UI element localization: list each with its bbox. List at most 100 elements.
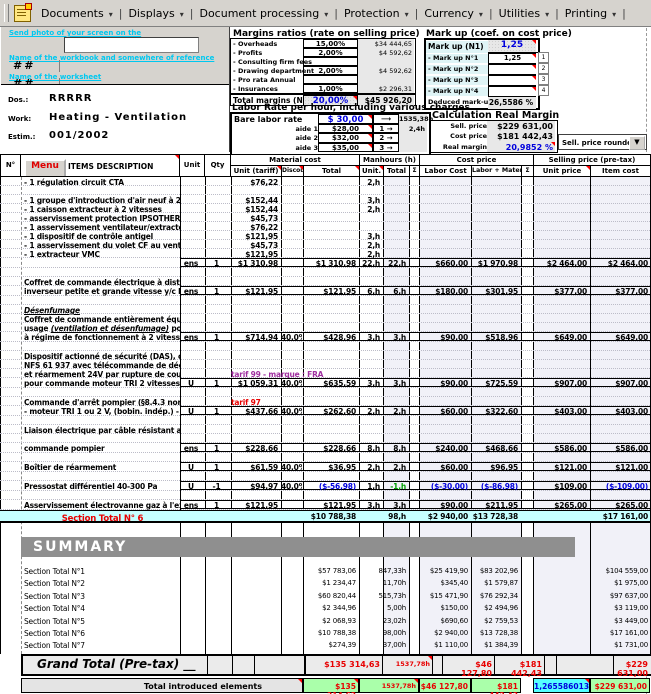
summary-icost[interactable]: $97 637,00 (590, 592, 648, 600)
cell-labor-material[interactable]: $725,59 (471, 379, 520, 388)
summary-labor[interactable]: $2 940,00 (419, 629, 468, 637)
summary-row-label[interactable]: Section Total N°6 (24, 629, 174, 638)
cell-unit[interactable]: ens (180, 287, 204, 296)
cell-qty[interactable]: 1 (205, 407, 230, 416)
cell-labor-material[interactable]: $322,60 (471, 407, 520, 416)
summary-mh[interactable]: 37,00h (359, 641, 406, 649)
summary-mh[interactable]: 5,00h (359, 604, 406, 612)
cell-labor-cost[interactable]: $2 940,00 (419, 512, 470, 521)
cell-unit-price[interactable]: $377,00 (533, 287, 589, 296)
markup-row-value[interactable] (488, 86, 536, 97)
margins-row-pct[interactable] (303, 75, 358, 84)
cell-material-total[interactable]: $228,66 (303, 444, 358, 453)
cell-unit[interactable]: U (180, 379, 204, 388)
summary-labmat[interactable]: $76 292,34 (471, 592, 518, 600)
cell-manhours-total[interactable]: 6,h (383, 287, 408, 296)
cell-manhours-total[interactable]: 3,h (383, 333, 408, 342)
cell-tariff[interactable]: $94,97 (231, 482, 280, 491)
cell-qty[interactable]: 1 (205, 287, 230, 296)
cell-unit[interactable]: ens (180, 501, 204, 510)
summary-labor[interactable]: $345,40 (419, 579, 468, 587)
estim-value[interactable]: 001/2002 (49, 130, 109, 141)
summary-icost[interactable]: $104 559,00 (590, 567, 648, 575)
margins-row-pct[interactable]: 15,00% (303, 39, 358, 48)
cell-item-cost[interactable]: ($-109,00) (590, 482, 650, 491)
cell-discount[interactable]: 40,0% (281, 407, 302, 416)
item-description[interactable]: Boîtier de réarmement (21, 463, 181, 472)
summary-mtot[interactable]: $274,39 (303, 641, 356, 649)
cell-item-cost[interactable]: $649,00 (590, 333, 650, 342)
cell-item-cost[interactable]: $121,00 (590, 463, 650, 472)
cell-item-cost[interactable]: $377,00 (590, 287, 650, 296)
cell-tariff[interactable]: $121,95 (231, 501, 280, 510)
cell-material-total[interactable]: $428,96 (303, 333, 358, 342)
cell-manhours-total[interactable]: 3,h (383, 379, 408, 388)
summary-labor[interactable]: $690,60 (419, 617, 468, 625)
toolbar-grip[interactable] (4, 4, 9, 22)
summary-row-label[interactable]: Section Total N°2 (24, 579, 174, 588)
cell-qty[interactable]: 1 (205, 259, 230, 268)
cell-labor-material[interactable]: $468,66 (471, 444, 520, 453)
cell-item-cost[interactable]: $265,00 (590, 501, 650, 510)
summary-labmat[interactable]: $2 494,96 (471, 604, 518, 612)
summary-labor[interactable]: $150,00 (419, 604, 468, 612)
cell-unit[interactable]: ens (180, 444, 204, 453)
cell-manhours-unit[interactable]: 6,h (359, 287, 382, 296)
cell-tariff[interactable]: $121,95 (231, 287, 280, 296)
cell-manhours-total[interactable]: 8,h (383, 444, 408, 453)
summary-icost[interactable]: $1 731,00 (590, 641, 648, 649)
cell-unit-price[interactable]: $265,00 (533, 501, 589, 510)
summary-icost[interactable]: $3 119,00 (590, 604, 648, 612)
summary-labor[interactable]: $1 110,00 (419, 641, 468, 649)
item-description[interactable]: pour commande moteur TRI 2 vitesses (Dah… (21, 379, 181, 388)
summary-mh[interactable]: 23,02h (359, 617, 406, 625)
cell-manhours-total[interactable]: -1,h (383, 482, 408, 491)
cell-manhours-unit[interactable]: 22,h (359, 259, 382, 268)
cell-labor-cost[interactable]: $60,00 (419, 407, 470, 416)
item-description[interactable]: Section Total N° 6 (21, 514, 181, 524)
summary-mtot[interactable]: $57 783,06 (303, 567, 356, 575)
cell-material-total[interactable]: $635,59 (303, 379, 358, 388)
cell-qty[interactable]: 1 (205, 333, 230, 342)
cell-labor-cost[interactable]: $660,00 (419, 259, 470, 268)
markup-row-value[interactable] (488, 64, 536, 75)
summary-labor[interactable]: $15 471,90 (419, 592, 468, 600)
summary-labmat[interactable]: $2 759,53 (471, 617, 518, 625)
cell-qty[interactable]: 1 (205, 501, 230, 510)
cell-unit[interactable]: ens (180, 259, 204, 268)
summary-labmat[interactable]: $83 202,96 (471, 567, 518, 575)
margins-row-pct[interactable]: 1,00% (303, 84, 358, 93)
item-description[interactable]: à régime de fonctionnement à 2 vitesses … (21, 333, 181, 342)
labor-row-rate[interactable]: $ 30,00 (318, 114, 373, 124)
cell-tariff[interactable]: $228,66 (231, 444, 280, 453)
summary-row-label[interactable]: Section Total N°7 (24, 641, 174, 650)
cell-tariff[interactable]: $1 059,31 (231, 379, 280, 388)
cell-labor-material[interactable]: $1 970,98 (471, 259, 520, 268)
summary-mh[interactable]: 847,33h (359, 567, 406, 575)
cell-unit-price[interactable]: $109,00 (533, 482, 589, 491)
cell-discount[interactable]: 40,0% (281, 463, 302, 472)
cell-qty[interactable]: 1 (205, 444, 230, 453)
summary-labmat[interactable]: $1 384,39 (471, 641, 518, 649)
menu-item-protection[interactable]: Protection▾ (340, 5, 413, 22)
cell-manhours-unit[interactable]: 3,h (359, 333, 382, 342)
summary-mtot[interactable]: $60 820,44 (303, 592, 356, 600)
cell-material-total[interactable]: $262,60 (303, 407, 358, 416)
cell-qty[interactable]: -1 (205, 482, 230, 491)
dropdown-arrow-icon[interactable]: ▼ (629, 136, 645, 150)
cell-discount[interactable]: 40,0% (281, 482, 302, 491)
menu-item-currency[interactable]: Currency▾ (420, 5, 487, 22)
cell-material-total[interactable]: $1 310,98 (303, 259, 358, 268)
cell-manhours-unit[interactable]: 3,h (359, 501, 382, 510)
cell-material-total[interactable]: ($-56,98) (303, 482, 358, 491)
cell-manhours-unit[interactable]: 8,h (359, 444, 382, 453)
cell-manhours-total[interactable]: 22,h (383, 259, 408, 268)
cell-item-cost[interactable]: $2 464,00 (590, 259, 650, 268)
cell-labor-material[interactable]: $518,96 (471, 333, 520, 342)
cell-manhours-total[interactable]: 2,h (383, 407, 408, 416)
cell-unit[interactable]: U (180, 407, 204, 416)
menu-item-printing[interactable]: Printing▾ (561, 5, 620, 22)
rounding-select[interactable]: Sell. price rounded ▼ (558, 134, 647, 150)
cell-labor-cost[interactable]: ($-30,00) (419, 482, 470, 491)
markup-row-value[interactable]: 1,25 (488, 53, 536, 64)
